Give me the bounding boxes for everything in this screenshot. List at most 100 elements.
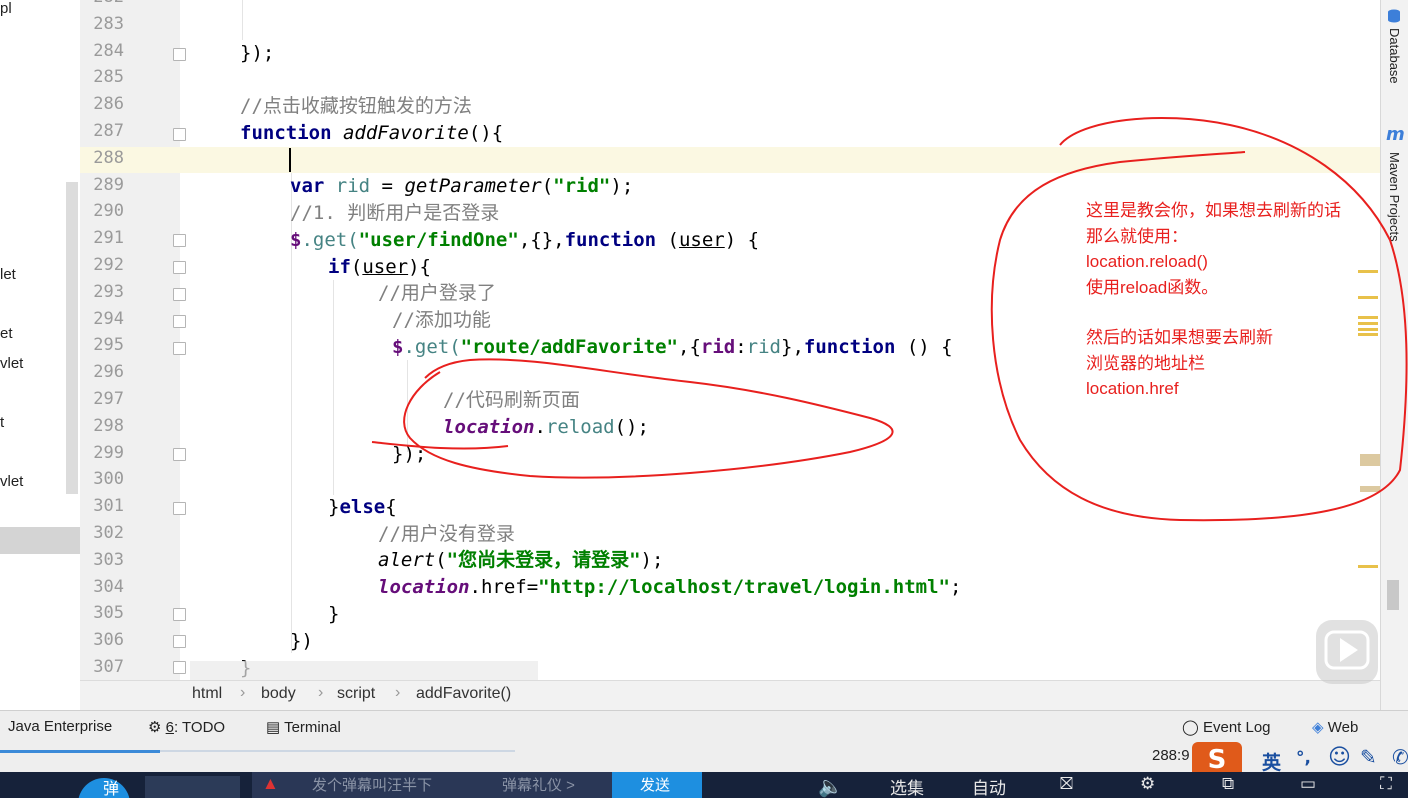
- todo-tab[interactable]: ⚙ 6: TODO: [148, 718, 225, 736]
- code-line-291[interactable]: $.get("user/findOne",{},function (user) …: [290, 227, 759, 253]
- editor-scrollbar-thumb[interactable]: [1387, 580, 1399, 610]
- tree-item[interactable]: vlet: [0, 473, 23, 490]
- emoji-icon[interactable]: ☺: [1328, 745, 1351, 770]
- fold-marker[interactable]: [173, 608, 186, 621]
- warning-mark[interactable]: [1358, 296, 1378, 299]
- warning-mark[interactable]: [1358, 316, 1378, 319]
- line-number: 290: [93, 201, 124, 222]
- breadcrumb-item[interactable]: body: [261, 685, 296, 703]
- line-number: 288: [93, 147, 124, 168]
- volume-icon[interactable]: 🔈: [818, 774, 843, 798]
- code-line-303[interactable]: alert("您尚未登录，请登录");: [378, 547, 663, 573]
- annotation-line: 那么就使用：: [1086, 226, 1188, 246]
- fold-marker[interactable]: [173, 342, 186, 355]
- fold-marker[interactable]: [173, 448, 186, 461]
- terminal-tab[interactable]: ▤ Terminal: [266, 718, 341, 736]
- code-line-284[interactable]: });: [240, 40, 274, 66]
- code-line-301[interactable]: }else{: [328, 494, 397, 520]
- fold-marker[interactable]: [173, 288, 186, 301]
- code-line-292[interactable]: if(user){: [328, 254, 431, 280]
- code-line-305[interactable]: }: [328, 601, 339, 627]
- fold-marker[interactable]: [173, 661, 186, 674]
- episodes-button[interactable]: 选集: [890, 774, 924, 798]
- breadcrumb-item[interactable]: html: [192, 685, 222, 703]
- chevron-right-icon: ›: [240, 684, 246, 701]
- danmaku-toggle-icon[interactable]: ⛝: [1060, 774, 1073, 794]
- info-mark[interactable]: [1360, 454, 1380, 466]
- ime-punctuation[interactable]: °,: [1296, 748, 1311, 768]
- fold-marker[interactable]: [173, 234, 186, 247]
- horizontal-scrollbar[interactable]: [190, 661, 538, 680]
- ime-language[interactable]: 英: [1262, 748, 1281, 775]
- code-line-302[interactable]: //用户没有登录: [378, 521, 515, 547]
- breadcrumb-item[interactable]: addFavorite(): [416, 685, 511, 703]
- code-line-287[interactable]: function addFavorite(){: [240, 120, 503, 146]
- taskbar: 弹 ▲ 发个弹幕叫汪半下 弹幕礼仪 > 发送 🔈 选集 自动 ⛝ ⚙ ⧉ ▭ ⛶: [0, 772, 1408, 798]
- fold-marker[interactable]: [173, 635, 186, 648]
- play-button[interactable]: [1316, 620, 1378, 684]
- line-number: 304: [93, 576, 124, 597]
- fullscreen-icon[interactable]: ⛶: [1380, 774, 1392, 794]
- settings-icon[interactable]: ⚙: [1140, 774, 1155, 794]
- tree-scrollbar[interactable]: [66, 182, 78, 494]
- breadcrumb-item[interactable]: script: [337, 685, 375, 703]
- code-line-297[interactable]: //代码刷新页面: [443, 387, 580, 413]
- fold-marker[interactable]: [173, 315, 186, 328]
- line-number: 291: [93, 228, 124, 249]
- fold-marker[interactable]: [173, 261, 186, 274]
- tree-item[interactable]: et: [0, 325, 13, 342]
- tree-item[interactable]: let: [0, 266, 16, 283]
- fold-marker[interactable]: [173, 48, 186, 61]
- taskbar-slot[interactable]: [145, 776, 240, 798]
- widescreen-icon[interactable]: ▭: [1300, 774, 1316, 794]
- microphone-icon[interactable]: ✆: [1392, 745, 1408, 769]
- pip-icon[interactable]: ⧉: [1222, 774, 1234, 794]
- code-line-286[interactable]: //点击收藏按钮触发的方法: [240, 93, 472, 119]
- maven-projects-tab[interactable]: Maven Projects: [1387, 152, 1402, 242]
- code-line-290[interactable]: //1. 判断用户是否登录: [290, 200, 499, 226]
- tree-item[interactable]: t: [0, 414, 4, 431]
- code-line-298[interactable]: location.reload();: [443, 414, 649, 440]
- code-line-293[interactable]: //用户登录了: [378, 280, 496, 306]
- caret-position[interactable]: 288:9: [1152, 747, 1192, 764]
- warning-mark[interactable]: [1358, 322, 1378, 325]
- fold-marker[interactable]: [173, 128, 186, 141]
- code-line-304[interactable]: location.href="http://localhost/travel/l…: [378, 574, 961, 600]
- code-line-294[interactable]: //添加功能: [392, 307, 491, 333]
- line-number: 297: [93, 389, 124, 409]
- info-mark[interactable]: [1360, 486, 1380, 492]
- progress-track: [160, 750, 515, 752]
- line-number: 289: [93, 174, 124, 195]
- event-log-tab[interactable]: ◯ Event Log: [1182, 718, 1271, 736]
- maven-icon: m: [1386, 124, 1405, 145]
- line-number: 294: [93, 308, 124, 329]
- code-line-289[interactable]: var rid = getParameter("rid");: [290, 173, 633, 199]
- warning-mark[interactable]: [1358, 270, 1378, 273]
- line-number: 307: [93, 657, 124, 677]
- code-line-299[interactable]: });: [392, 441, 426, 467]
- line-number: 303: [93, 549, 124, 570]
- database-tab[interactable]: Database: [1387, 28, 1402, 84]
- code-line-306[interactable]: }): [290, 628, 313, 654]
- database-icon: [1387, 8, 1401, 23]
- warning-mark[interactable]: [1358, 333, 1378, 336]
- danmaku-etiquette[interactable]: 弹幕礼仪 >: [502, 774, 575, 795]
- terminal-label: Terminal: [284, 719, 341, 736]
- warning-mark[interactable]: [1358, 328, 1378, 331]
- code-line-295[interactable]: $.get("route/addFavorite",{rid:rid},func…: [392, 334, 953, 360]
- java-enterprise-tab[interactable]: Java Enterprise: [8, 718, 112, 735]
- web-tab[interactable]: ◈ Web: [1312, 718, 1358, 736]
- tree-item[interactable]: vlet: [0, 355, 23, 372]
- send-label: 发送: [640, 777, 671, 794]
- todo-icon: ⚙: [148, 719, 162, 736]
- pen-icon[interactable]: ✎: [1360, 745, 1377, 769]
- warning-mark[interactable]: [1358, 565, 1378, 568]
- auto-button[interactable]: 自动: [972, 774, 1006, 798]
- tree-selected-row[interactable]: [0, 527, 80, 554]
- line-number: 300: [93, 469, 124, 490]
- annotation-line: [1086, 300, 1341, 325]
- fold-marker[interactable]: [173, 502, 186, 515]
- tree-item[interactable]: pl: [0, 0, 12, 17]
- play-icon: [1324, 630, 1370, 670]
- warning-icon: ▲: [262, 774, 279, 793]
